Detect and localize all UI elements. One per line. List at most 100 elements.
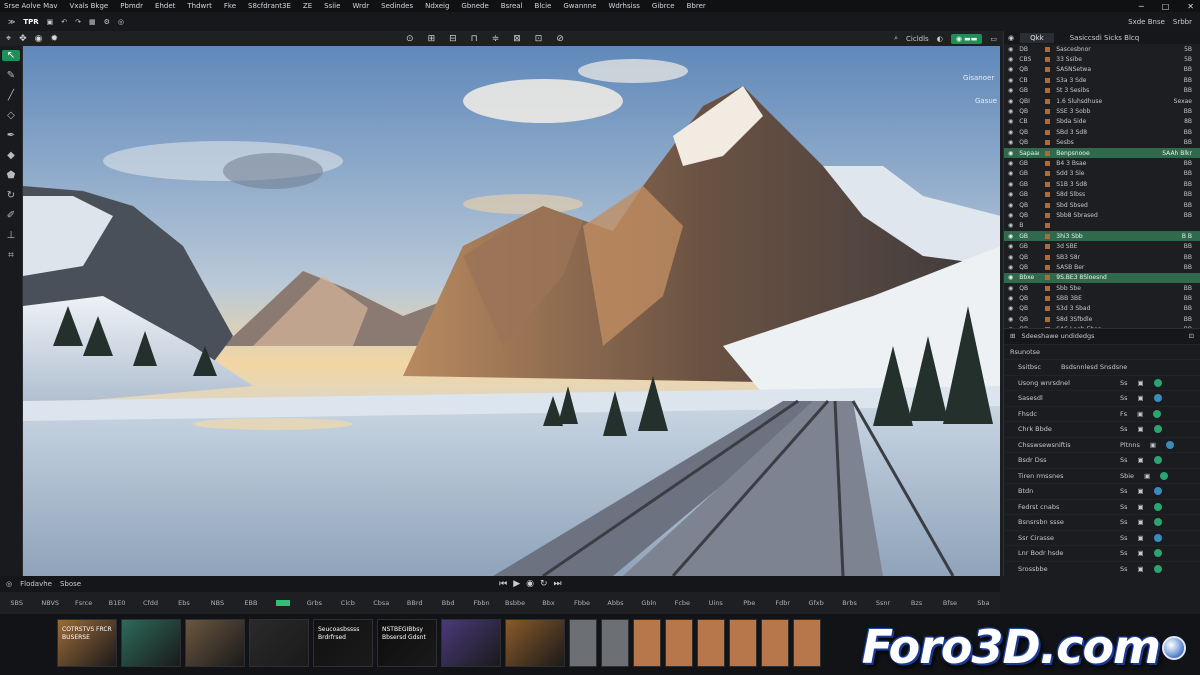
toggle-icon[interactable]: ▣ xyxy=(1150,441,1156,449)
property-value[interactable]: Ss xyxy=(1120,503,1128,511)
outliner-row[interactable]: ◉ QB SB3 S8r BB xyxy=(1004,252,1200,262)
outliner-row[interactable]: ◉ GB S1B 3 Sd8 BB xyxy=(1004,179,1200,189)
outliner-row[interactable]: ◉ GB St 3 Sesibs BB xyxy=(1004,86,1200,96)
outliner-row[interactable]: ◉ QB Sbb Sbe BB xyxy=(1004,283,1200,293)
rewind-icon[interactable]: ⏮ xyxy=(499,579,507,589)
measure-tool-icon[interactable]: ⊥ xyxy=(7,230,16,241)
visibility-icon[interactable]: ◉ xyxy=(1008,202,1013,209)
asset-thumbnail[interactable]: NSTBEGIBbsy Bbsersd Gdsnt xyxy=(377,619,437,667)
property-value[interactable]: Ss xyxy=(1120,379,1128,387)
timeline-marker[interactable]: NBS xyxy=(201,599,234,607)
menu-item[interactable]: Bsreal xyxy=(501,2,523,10)
timeline-marker[interactable]: Pbe xyxy=(733,599,766,607)
forward-icon[interactable]: ⏭ xyxy=(554,579,562,589)
sync-icon[interactable]: ◐ xyxy=(937,35,943,43)
visibility-icon[interactable]: ◉ xyxy=(1008,129,1013,136)
render-viewport[interactable]: Gisanoer Gasue xyxy=(22,46,1000,576)
timeline-marker[interactable]: Cbsa xyxy=(365,599,398,607)
timeline-marker[interactable]: Bbd xyxy=(431,599,464,607)
timeline-marker[interactable]: Sba xyxy=(967,599,1000,607)
orbit-icon[interactable]: ⊙ xyxy=(406,34,414,44)
pen-tool-icon[interactable]: ✒ xyxy=(7,130,15,141)
menu-item[interactable]: Ndxeig xyxy=(425,2,449,10)
status-dot-icon[interactable] xyxy=(1153,533,1162,542)
visibility-icon[interactable]: ◉ xyxy=(1008,181,1013,188)
line-tool-icon[interactable]: ╱ xyxy=(8,90,14,101)
outliner-row[interactable]: ◉ GB S8d Slbss BB xyxy=(1004,189,1200,199)
status-dot-icon[interactable] xyxy=(1153,549,1162,558)
visibility-icon[interactable]: ◉ xyxy=(1008,170,1013,177)
outliner-row[interactable]: ◉ QB S3d 3 Sbad BB xyxy=(1004,304,1200,314)
fill-tool-icon[interactable]: ⬟ xyxy=(7,170,16,181)
timeline-marker[interactable]: Gbln xyxy=(632,599,665,607)
timeline-marker[interactable]: Cfdd xyxy=(134,599,167,607)
outliner-row[interactable]: ◉ Sapaan Benpsnooe SAAh Blkr xyxy=(1004,147,1200,159)
outliner-row[interactable]: ◉ QB Sbd Sbsed BB xyxy=(1004,200,1200,210)
timeline-marker[interactable]: NBVS xyxy=(33,599,66,607)
move-icon[interactable]: ✥ xyxy=(19,34,27,44)
outliner-row[interactable]: ◉ GB Sdd 3 Sle BB xyxy=(1004,169,1200,179)
visibility-icon[interactable]: ◉ xyxy=(1008,222,1013,229)
render-status-badge[interactable]: ◉ ▬▬ xyxy=(950,33,983,44)
tag-tool-icon[interactable]: ◇ xyxy=(7,110,15,121)
timeline-marker[interactable]: Fsrce xyxy=(67,599,100,607)
timeline-marker[interactable]: B1E0 xyxy=(100,599,133,607)
asset-thumbnail[interactable]: COTRSTVS FRCR BUSERSE xyxy=(57,619,117,667)
property-value[interactable]: Ss xyxy=(1120,534,1128,542)
outliner-tab-icon[interactable]: ◉ xyxy=(1008,34,1014,42)
more-icon[interactable]: ▭ xyxy=(990,35,997,43)
timeline-marker[interactable]: Bzs xyxy=(900,599,933,607)
status-dot-icon[interactable] xyxy=(1153,394,1162,403)
visibility-icon[interactable]: ◉ xyxy=(1008,160,1013,167)
outliner-tab[interactable]: Qkk xyxy=(1020,32,1054,43)
timeline-track[interactable]: SBS NBVS Fsrce B1E0 Cfdd Ebs NBS EBB Grbs Clcb Cbs… xyxy=(0,592,1000,614)
toolbar-right-label[interactable]: Cicldls xyxy=(906,35,929,43)
material-swatch[interactable] xyxy=(601,619,629,667)
record-icon[interactable]: ◉ xyxy=(526,579,534,589)
toggle-icon[interactable]: ▣ xyxy=(1138,503,1144,511)
toggle-icon[interactable]: ▣ xyxy=(1138,379,1144,387)
toggle-icon[interactable]: ▣ xyxy=(1138,549,1144,557)
outliner-row[interactable]: ◉ Bbxe 9S.BE3 8Sloesnd xyxy=(1004,272,1200,283)
material-swatch[interactable] xyxy=(569,619,597,667)
outliner-row[interactable]: ◉ CB S3a 3 Sde BB xyxy=(1004,75,1200,85)
undo-icon[interactable]: ↶ xyxy=(61,18,67,26)
toggle-icon[interactable]: ▣ xyxy=(1144,472,1150,480)
property-value[interactable]: Fs xyxy=(1120,410,1127,418)
menu-item[interactable]: Thdwrt xyxy=(187,2,212,10)
property-value[interactable]: Ss xyxy=(1120,565,1128,573)
maximize-icon[interactable]: □ xyxy=(1162,2,1170,11)
outliner-row[interactable]: ◉ QBI 1.6 Sluhsdhuse Sexae xyxy=(1004,96,1200,106)
user-right-label-2[interactable]: Srbbr xyxy=(1173,18,1192,26)
menu-item[interactable]: Ehdet xyxy=(155,2,175,10)
menu-item[interactable]: Ssiie xyxy=(324,2,340,10)
paint-tool-icon[interactable]: ✐ xyxy=(7,210,15,221)
timeline-marker[interactable]: Uins xyxy=(699,599,732,607)
toggle-icon[interactable]: ▣ xyxy=(1138,394,1144,402)
grid-icon[interactable]: ▦ xyxy=(89,18,96,26)
menu-item[interactable]: Sedindes xyxy=(381,2,413,10)
keyframe-marker[interactable] xyxy=(275,600,290,606)
status-dot-icon[interactable] xyxy=(1166,440,1175,449)
status-dot-icon[interactable] xyxy=(1153,564,1162,573)
menu-item[interactable]: Bbrer xyxy=(687,2,706,10)
outliner-row[interactable]: ◉ DB Sascesbnor 5B xyxy=(1004,44,1200,54)
menu-item[interactable]: Srse Aolve Mav xyxy=(4,2,58,10)
material-swatch[interactable] xyxy=(761,619,789,667)
menu-item[interactable]: Wrdr xyxy=(352,2,369,10)
asset-thumbnail[interactable] xyxy=(505,619,565,667)
outliner-row[interactable]: ◉ QB Sesbs BB xyxy=(1004,138,1200,148)
toggle-icon[interactable]: ▣ xyxy=(1138,565,1144,573)
menu-item[interactable]: Gibrce xyxy=(652,2,675,10)
visibility-icon[interactable]: ◉ xyxy=(1008,46,1013,53)
visibility-icon[interactable]: ◉ xyxy=(1008,150,1013,157)
visibility-icon[interactable]: ◉ xyxy=(1008,56,1013,63)
asset-thumbnail[interactable]: Seucoasbssss Brdrfrsed xyxy=(313,619,373,667)
timeline-marker[interactable]: Ebs xyxy=(167,599,200,607)
outliner-row[interactable]: ◉ QB S8d 3Sfbdle BB xyxy=(1004,314,1200,324)
play-icon[interactable]: ▶ xyxy=(513,579,520,589)
property-value[interactable]: Ss xyxy=(1120,425,1128,433)
status-dot-icon[interactable] xyxy=(1153,518,1162,527)
timeline-marker[interactable]: EBB xyxy=(234,599,267,607)
filter-icon[interactable]: ≑ xyxy=(492,34,500,44)
